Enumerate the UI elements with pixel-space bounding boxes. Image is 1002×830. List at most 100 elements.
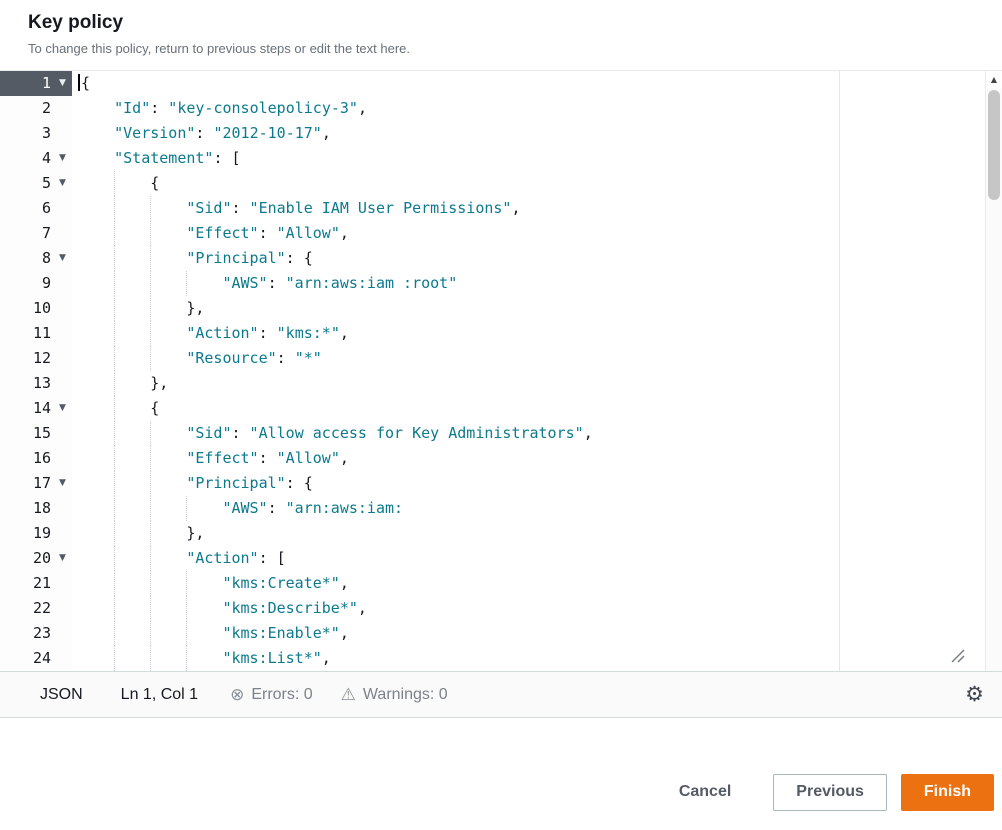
gutter-line-22[interactable]: 22 xyxy=(0,596,72,621)
gutter-line-7[interactable]: 7 xyxy=(0,221,72,246)
json-punctuation: : xyxy=(231,199,249,217)
code-line-11[interactable]: "Action": "kms:*", xyxy=(78,321,985,346)
gutter-line-6[interactable]: 6 xyxy=(0,196,72,221)
fold-arrow-icon[interactable]: ▼ xyxy=(55,246,70,271)
fold-arrow-icon[interactable]: ▼ xyxy=(55,146,70,171)
print-margin-ruler xyxy=(839,71,840,671)
indent-space xyxy=(78,196,114,221)
code-line-2[interactable]: "Id": "key-consolepolicy-3", xyxy=(78,96,985,121)
code-line-9[interactable]: "AWS": "arn:aws:iam :root" xyxy=(78,271,985,296)
code-line-15[interactable]: "Sid": "Allow access for Key Administrat… xyxy=(78,421,985,446)
gutter-line-1[interactable]: 1▼ xyxy=(0,71,72,96)
editor-settings-button[interactable]: ⚙ xyxy=(965,684,984,705)
json-punctuation: : [ xyxy=(213,149,240,167)
indent-guide xyxy=(150,646,186,671)
scroll-up-button[interactable]: ▲ xyxy=(986,71,1002,88)
line-number: 24 xyxy=(0,646,55,671)
json-punctuation: : xyxy=(259,224,277,242)
code-line-17[interactable]: "Principal": { xyxy=(78,471,985,496)
gutter-line-24[interactable]: 24 xyxy=(0,646,72,671)
gutter-line-12[interactable]: 12 xyxy=(0,346,72,371)
json-punctuation: : xyxy=(195,124,213,142)
editor-status-bar: JSON Ln 1, Col 1 ⊗ Errors: 0 ⚠ Warnings:… xyxy=(0,671,1002,718)
gutter-line-23[interactable]: 23 xyxy=(0,621,72,646)
fold-arrow-icon[interactable]: ▼ xyxy=(55,546,70,571)
gutter-line-2[interactable]: 2 xyxy=(0,96,72,121)
gutter-line-3[interactable]: 3 xyxy=(0,121,72,146)
indent-guide xyxy=(114,421,150,446)
line-number: 22 xyxy=(0,596,55,621)
fold-arrow-icon[interactable]: ▼ xyxy=(55,71,70,96)
gutter-line-9[interactable]: 9 xyxy=(0,271,72,296)
code-line-12[interactable]: "Resource": "*" xyxy=(78,346,985,371)
json-key: "Version" xyxy=(114,124,195,142)
indent-guide xyxy=(114,346,150,371)
statusbar-language: JSON xyxy=(40,686,83,704)
indent-guide xyxy=(114,471,150,496)
page-subtitle: To change this policy, return to previou… xyxy=(28,41,974,56)
line-number: 15 xyxy=(0,421,55,446)
indent-space xyxy=(78,596,114,621)
code-line-21[interactable]: "kms:Create*", xyxy=(78,571,985,596)
json-punctuation: }, xyxy=(186,299,204,317)
json-punctuation: , xyxy=(340,324,349,342)
finish-button[interactable]: Finish xyxy=(901,774,994,811)
gutter-line-21[interactable]: 21 xyxy=(0,571,72,596)
gutter-line-20[interactable]: 20▼ xyxy=(0,546,72,571)
code-line-6[interactable]: "Sid": "Enable IAM User Permissions", xyxy=(78,196,985,221)
json-key: "Id" xyxy=(114,99,150,117)
code-line-13[interactable]: }, xyxy=(78,371,985,396)
cancel-button[interactable]: Cancel xyxy=(669,774,741,811)
code-line-18[interactable]: "AWS": "arn:aws:iam: xyxy=(78,496,985,521)
indent-space xyxy=(78,396,114,421)
gutter-line-10[interactable]: 10 xyxy=(0,296,72,321)
json-punctuation: , xyxy=(358,99,367,117)
code-line-14[interactable]: { xyxy=(78,396,985,421)
indent-space xyxy=(78,446,114,471)
gear-icon: ⚙ xyxy=(965,682,984,706)
gutter-line-8[interactable]: 8▼ xyxy=(0,246,72,271)
code-line-5[interactable]: { xyxy=(78,171,985,196)
fold-arrow-icon[interactable]: ▼ xyxy=(55,396,70,421)
scrollbar-thumb[interactable] xyxy=(988,90,1000,200)
code-line-10[interactable]: }, xyxy=(78,296,985,321)
policy-code-editor[interactable]: 1▼234▼5▼678▼91011121314▼151617▼181920▼21… xyxy=(0,70,1002,671)
editor-scrollbar[interactable]: ▲ xyxy=(985,71,1002,671)
gutter-line-13[interactable]: 13 xyxy=(0,371,72,396)
statusbar-errors: ⊗ Errors: 0 xyxy=(230,685,313,705)
gutter-line-16[interactable]: 16 xyxy=(0,446,72,471)
fold-arrow-icon[interactable]: ▼ xyxy=(55,171,70,196)
json-key: "Principal" xyxy=(186,474,285,492)
code-line-22[interactable]: "kms:Describe*", xyxy=(78,596,985,621)
code-line-16[interactable]: "Effect": "Allow", xyxy=(78,446,985,471)
gutter-line-15[interactable]: 15 xyxy=(0,421,72,446)
code-line-1[interactable]: { xyxy=(78,71,985,96)
gutter-line-5[interactable]: 5▼ xyxy=(0,171,72,196)
gutter-line-11[interactable]: 11 xyxy=(0,321,72,346)
code-line-24[interactable]: "kms:List*", xyxy=(78,646,985,671)
wizard-footer: Cancel Previous Finish xyxy=(0,764,1002,830)
page-title: Key policy xyxy=(28,12,974,34)
indent-guide xyxy=(150,471,186,496)
code-line-8[interactable]: "Principal": { xyxy=(78,246,985,271)
code-line-23[interactable]: "kms:Enable*", xyxy=(78,621,985,646)
code-line-20[interactable]: "Action": [ xyxy=(78,546,985,571)
gutter-line-14[interactable]: 14▼ xyxy=(0,396,72,421)
previous-button[interactable]: Previous xyxy=(773,774,887,811)
editor-resize-grip-icon[interactable] xyxy=(951,649,965,663)
fold-arrow-icon[interactable]: ▼ xyxy=(55,471,70,496)
json-string: "kms:Enable*" xyxy=(222,624,339,642)
indent-guide xyxy=(114,271,150,296)
code-line-19[interactable]: }, xyxy=(78,521,985,546)
indent-guide xyxy=(150,196,186,221)
code-line-4[interactable]: "Statement": [ xyxy=(78,146,985,171)
gutter-line-18[interactable]: 18 xyxy=(0,496,72,521)
gutter-line-19[interactable]: 19 xyxy=(0,521,72,546)
gutter-line-4[interactable]: 4▼ xyxy=(0,146,72,171)
code-area[interactable]: {"Id": "key-consolepolicy-3","Version": … xyxy=(72,71,985,671)
code-line-3[interactable]: "Version": "2012-10-17", xyxy=(78,121,985,146)
line-number: 23 xyxy=(0,621,55,646)
gutter-line-17[interactable]: 17▼ xyxy=(0,471,72,496)
indent-space xyxy=(78,471,114,496)
code-line-7[interactable]: "Effect": "Allow", xyxy=(78,221,985,246)
